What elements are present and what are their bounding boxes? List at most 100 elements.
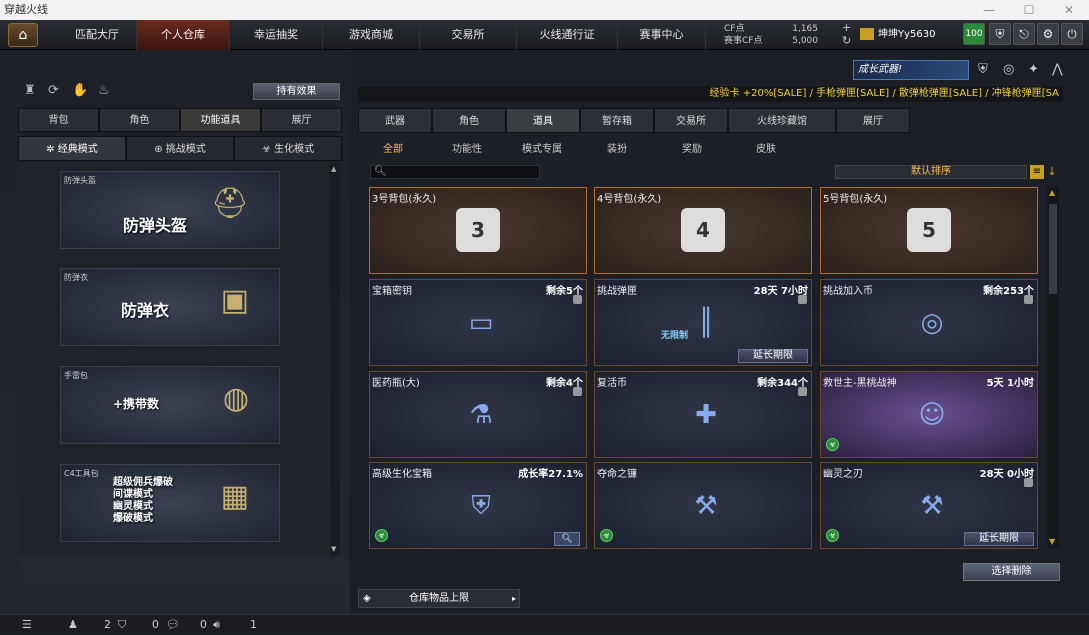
scroll-thumb[interactable] [1049,204,1057,294]
home-icon[interactable]: ⌂ [8,23,38,47]
scythe-icon: ⚒ [694,491,718,521]
right-tab[interactable]: 交易所 [654,108,728,133]
close-icon[interactable]: ✕ [1049,0,1089,20]
left-scrollbar[interactable]: ▲ ▼ [330,163,340,555]
speaker-icon[interactable]: 🔊︎ [213,615,220,635]
nav-tab[interactable]: 火线通行证 [517,20,618,50]
sort-down-icon[interactable]: ↓ [1046,165,1058,179]
nav-tab[interactable]: 幸运抽奖 [230,20,323,50]
exit-icon[interactable]: ⎋ [1013,23,1035,45]
nav-tab[interactable]: 匹配大厅 [58,20,137,50]
filter-tab[interactable]: 模式专属 [522,140,562,155]
search-input[interactable]: 🔍︎ [370,165,540,179]
mode-label: 经典模式 [57,144,98,155]
item-card[interactable]: 挑战弹匣 28天 7小时 ║ 无限制 延长期限 [594,279,812,366]
item-card[interactable]: 3号背包(永久) 3 [369,187,587,274]
top-nav: ⌂ 匹配大厅 个人仓库 幸运抽奖 游戏商城 交易所 火线通行证 赛事中心 CF点 赛事CF点… [0,20,1089,50]
hold-effect-button[interactable]: 持有效果 [253,83,340,100]
scroll-down-icon[interactable]: ▼ [331,545,339,553]
filter-tab[interactable]: 奖励 [682,140,702,155]
item-card[interactable]: 医药瓶(大) 剩余4个 ⚗ [369,371,587,458]
maximize-icon[interactable]: ☐ [1009,0,1049,20]
cf-label: CF点 [724,24,745,34]
right-scrollbar[interactable]: ▲ ▼ [1047,186,1059,548]
stats-icon[interactable]: ♜ [24,83,40,99]
expand-icon[interactable]: ▸ [512,590,516,607]
left-tab[interactable]: 展厅 [261,108,342,132]
right-tab[interactable]: 武器 [358,108,432,133]
scroll-up-icon[interactable]: ▲ [1049,188,1055,197]
lock-icon [1024,478,1033,487]
lock-icon [573,295,582,304]
filter-tab[interactable]: 功能性 [452,140,482,155]
item-card[interactable]: 宝箱密钥 剩余5个 ▭ [369,279,587,366]
extend-button[interactable]: 延长期限 [738,349,808,363]
group-icon[interactable]: ♟ [68,615,78,635]
sscf-value: 5,000 [792,36,818,46]
scroll-down-icon[interactable]: ▼ [1049,537,1055,546]
left-item-card[interactable]: C4工具包 超级佣兵爆破 间谍模式 幽灵模式 爆破模式 ▦ [60,464,280,542]
shield-small-icon[interactable]: ⛉ [118,615,126,635]
hand-icon[interactable]: ✋ [72,83,88,99]
left-tab[interactable]: 功能道具 [180,108,261,132]
badge-icon-2[interactable]: ◎ [1003,62,1021,80]
nav-tab[interactable]: 交易所 [420,20,517,50]
menu-icon[interactable]: ☰ [22,615,32,635]
grenade-icon[interactable]: ♨ [98,83,114,99]
item-card[interactable]: 高级生化宝箱 成长率27.1% ⛨ ☣ 🔍︎ [369,462,587,549]
item-card[interactable]: 夺命之镰 ⚒ ☣ [594,462,812,549]
item-name: 医药瓶(大) [372,378,420,389]
nav-tab[interactable]: 赛事中心 [618,20,706,50]
bag-3-icon: 3 [456,208,500,252]
refresh-icon[interactable]: ↻ [842,35,851,47]
storage-limit-bar[interactable]: ◈ 仓库物品上限 ▸ [358,589,520,608]
minimize-icon[interactable]: — [969,0,1009,20]
right-tab[interactable]: 暂存箱 [580,108,654,133]
mode-tab[interactable]: ☣ 生化模式 [234,136,342,161]
add-icon[interactable]: + [842,22,851,34]
item-name: 宝箱密钥 [372,286,412,297]
badge-icon-3[interactable]: ✦ [1028,62,1046,80]
item-card[interactable]: 5号背包(永久) 5 [820,187,1038,274]
game-window: 穿越火线 — ☐ ✕ ⌂ 匹配大厅 个人仓库 幸运抽奖 游戏商城 交易所 火线通行证 赛事中… [0,0,1089,634]
filter-tab[interactable]: 装扮 [607,140,627,155]
chat-icon[interactable]: 💬︎ [166,615,180,635]
right-tab[interactable]: 火线珍藏馆 [728,108,836,133]
cycle-icon[interactable]: ⟳ [48,83,64,99]
nav-tab[interactable]: 游戏商城 [323,20,420,50]
sort-select[interactable]: 默认排序 [835,165,1027,179]
left-tab[interactable]: 背包 [18,108,99,132]
mode-tab[interactable]: ⊕ 挑战模式 [126,136,234,161]
item-card[interactable]: 幽灵之刃 28天 0小时 ⚒ 延长期限 ☣ [820,462,1038,549]
left-tab[interactable]: 角色 [99,108,180,132]
item-card[interactable]: 4号背包(永久) 4 [594,187,812,274]
list-view-icon[interactable]: ≡ [1030,165,1044,179]
left-item-card[interactable]: 防弹头盔 防弹头盔 ⛑ [60,171,280,249]
badge-icon-4[interactable]: ⋀ [1052,62,1070,80]
right-tab[interactable]: 角色 [432,108,506,133]
filter-tab[interactable]: 皮肤 [756,140,776,155]
left-item-title: 超级佣兵爆破 间谍模式 幽灵模式 爆破模式 [113,477,173,524]
magnify-icon[interactable]: 🔍︎ [554,532,580,546]
badge-icon-1[interactable]: ⛨ [978,62,996,80]
character-icon: ☺ [918,400,946,430]
extend-button[interactable]: 延长期限 [964,532,1034,546]
scroll-up-icon[interactable]: ▲ [331,165,339,173]
shield-box-icon: ⛨ [471,490,491,521]
item-card[interactable]: 复活币 剩余344个 ✚ [594,371,812,458]
left-item-card[interactable]: 防弹衣 防弹衣 ▣ [60,268,280,346]
promo-ticker[interactable]: 经验卡 +20%[SALE] / 手枪弹匣[SALE] / 散弹枪弹匣[SALE… [358,86,1063,102]
filter-tab[interactable]: 全部 [383,140,403,155]
left-item-card[interactable]: 手雷包 +携带数 ◍ [60,366,280,444]
item-card[interactable]: 救世主-黑桃战神 5天 1小时 ☺ ☣ [820,371,1038,458]
item-card[interactable]: 挑战加入币 剩余253个 ◎ [820,279,1038,366]
select-delete-button[interactable]: 选择删除 [963,563,1060,581]
growth-weapon-banner[interactable]: 成长武器! [853,60,969,80]
right-tab[interactable]: 展厅 [836,108,910,133]
shield-icon[interactable]: ⛨ [989,23,1011,45]
power-icon[interactable]: ⏻ [1061,23,1083,45]
right-tab[interactable]: 道具 [506,108,580,133]
nav-tab[interactable]: 个人仓库 [137,20,230,50]
mode-tab[interactable]: ✲ 经典模式 [18,136,126,161]
gear-icon[interactable]: ⚙ [1037,23,1059,45]
